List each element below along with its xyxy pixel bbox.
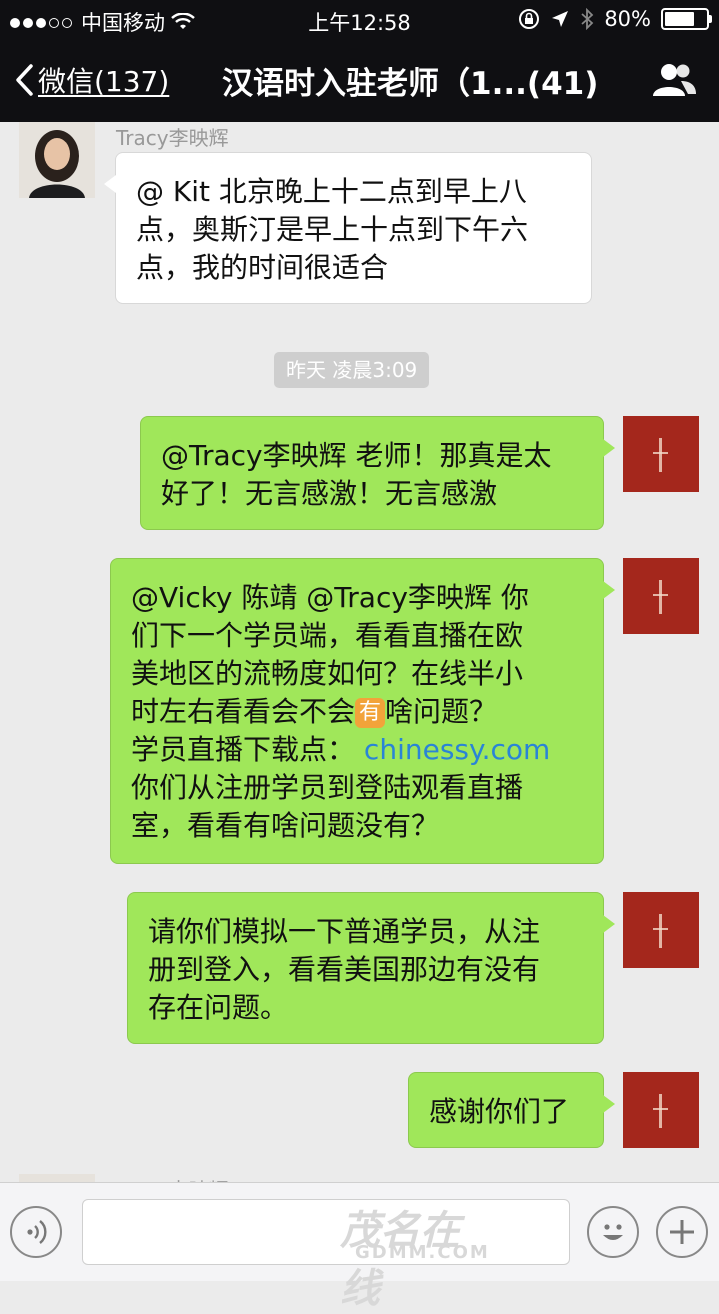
message-line: @ Kit 北京晚上十二点到早上八: [136, 175, 527, 208]
website-link[interactable]: chinessy.com: [364, 733, 550, 766]
battery-icon: [661, 8, 712, 30]
chevron-left-icon: [16, 64, 33, 96]
message-line: @Tracy李映辉 老师！那真是太: [161, 439, 552, 472]
rotation-lock-icon: [519, 9, 540, 29]
message-line: @Vicky 陈靖 @Tracy李映辉 你: [131, 581, 529, 614]
profile-photo-icon: [19, 1174, 95, 1182]
plus-icon: [670, 1220, 694, 1244]
message-input[interactable]: [82, 1199, 570, 1265]
seal-logo-icon: [653, 438, 668, 472]
status-bar: 中国移动 上午12:58 80%: [0, 0, 719, 40]
you-emoji-icon: 有: [355, 698, 386, 728]
back-button[interactable]: 微信(137): [14, 60, 169, 100]
bluetooth-icon: [581, 8, 594, 30]
back-label: 微信(137): [38, 65, 170, 98]
message-bubble[interactable]: @Tracy李映辉 老师！那真是太 好了！无言感激！无言感激: [140, 416, 615, 530]
my-avatar[interactable]: [623, 892, 699, 968]
my-avatar[interactable]: [623, 558, 699, 634]
message-text: 学员直播下载点：: [131, 733, 356, 766]
message-line: 时左右看看会不会有啥问题？: [131, 693, 583, 731]
message-bubble[interactable]: 请你们模拟一下普通学员，从注 册到登入，看看美国那边有没有 存在问题。: [127, 892, 615, 1044]
location-arrow-icon: [552, 11, 569, 27]
message-line: 请你们模拟一下普通学员，从注: [148, 915, 541, 948]
message-line: 感谢你们了: [429, 1095, 570, 1128]
message-line: 存在问题。: [148, 991, 289, 1024]
battery-level-fill: [665, 12, 694, 26]
group-members-button[interactable]: [651, 62, 697, 102]
message-text: 时左右看看会不会: [131, 695, 356, 728]
message-line: 点，奥斯汀是早上十点到下午六: [136, 213, 529, 246]
message-line: 好了！无言感激！无言感激: [161, 477, 498, 510]
message-list[interactable]: Tracy李映辉 @ Kit 北京晚上十二点到早上八 点，奥斯汀是早上十点到下午…: [0, 122, 719, 1182]
sender-name: Tracy李映辉: [116, 1174, 229, 1182]
message-text: 啥问题？: [385, 695, 498, 728]
avatar[interactable]: [19, 122, 95, 198]
message-line: 美地区的流畅度如何？在线半小: [131, 657, 524, 690]
profile-photo-icon: [19, 122, 95, 198]
message-line: 们下一个学员端，看看直播在欧: [131, 619, 524, 652]
seal-logo-icon: [653, 914, 668, 948]
timestamp-divider: 昨天 凌晨3:09: [274, 352, 430, 388]
input-bar: [0, 1182, 719, 1281]
my-avatar[interactable]: [623, 1072, 699, 1148]
smiley-icon: [603, 1224, 623, 1240]
message-line: 点，我的时间很适合: [136, 251, 389, 284]
message-line: 学员直播下载点： chinessy.com: [131, 731, 583, 769]
message-bubble[interactable]: 感谢你们了: [408, 1072, 615, 1148]
chat-header: 微信(137) 汉语时入驻老师（1...(41): [0, 40, 719, 122]
sender-name: Tracy李映辉: [116, 126, 229, 150]
avatar[interactable]: [19, 1174, 95, 1182]
message-line: 册到登入，看看美国那边有没有: [148, 953, 541, 986]
seal-logo-icon: [653, 580, 668, 614]
message-bubble[interactable]: @ Kit 北京晚上十二点到早上八 点，奥斯汀是早上十点到下午六 点，我的时间很…: [104, 152, 592, 304]
voice-button[interactable]: [10, 1206, 62, 1258]
my-avatar[interactable]: [623, 416, 699, 492]
message-bubble[interactable]: @Vicky 陈靖 @Tracy李映辉 你 们下一个学员端，看看直播在欧 美地区…: [110, 558, 615, 864]
emoji-button[interactable]: [587, 1206, 639, 1258]
more-button[interactable]: [656, 1206, 708, 1258]
group-people-icon: [653, 64, 696, 96]
message-line: 你们从注册学员到登陆观看直播: [131, 771, 524, 804]
seal-logo-icon: [653, 1094, 668, 1128]
chat-title: 汉语时入驻老师（1...(41): [222, 66, 599, 102]
battery-percent: 80%: [604, 7, 651, 31]
voice-icon: [27, 1220, 47, 1244]
message-line: 室，看看有啥问题没有？: [131, 809, 440, 842]
